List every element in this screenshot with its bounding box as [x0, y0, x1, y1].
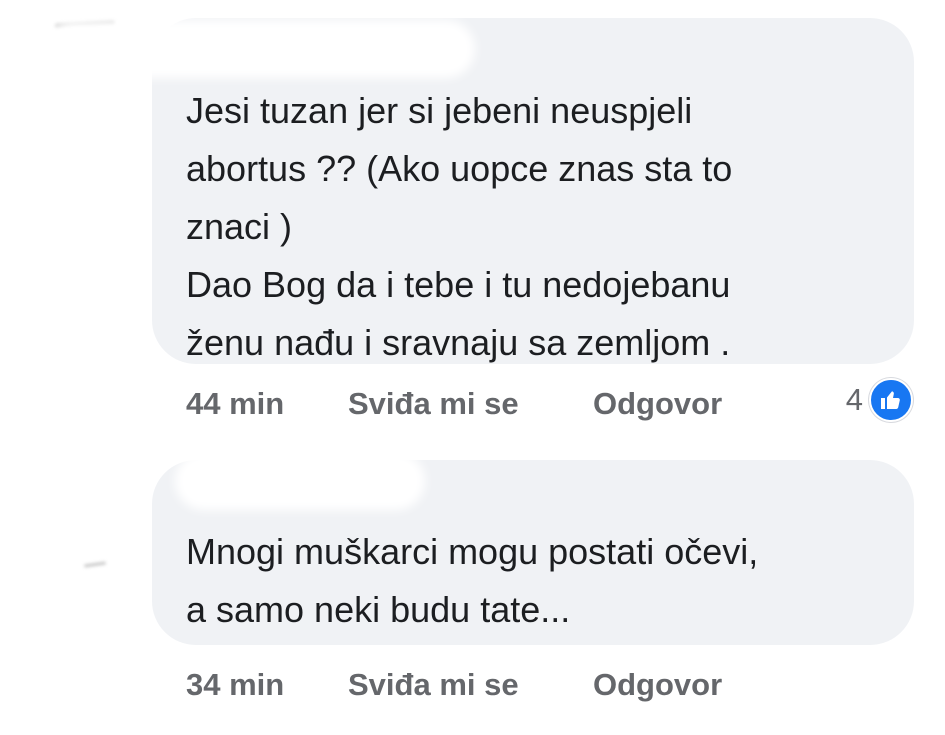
redacted-author-name [175, 452, 425, 510]
comment-actions: 44 min Sviđa mi se Odgovor [186, 381, 722, 427]
like-thumbs-up-icon [869, 378, 913, 422]
reply-button[interactable]: Odgovor [593, 667, 722, 703]
comments-thread: Jesi tuzan jer si jebeni neuspjeli abort… [0, 0, 945, 735]
redacted-avatar [83, 561, 107, 568]
reply-button[interactable]: Odgovor [593, 386, 722, 422]
comment-timestamp[interactable]: 44 min [186, 386, 348, 422]
like-button[interactable]: Sviđa mi se [348, 667, 593, 703]
comment-timestamp[interactable]: 34 min [186, 667, 348, 703]
comment-text: Mnogi muškarci mogu postati očevi, a sam… [186, 531, 759, 630]
comment-actions: 34 min Sviđa mi se Odgovor [186, 662, 722, 708]
redacted-author-name [45, 20, 475, 78]
comment-text: Jesi tuzan jer si jebeni neuspjeli abort… [186, 90, 733, 363]
reaction-count: 4 [845, 382, 863, 417]
like-button[interactable]: Sviđa mi se [348, 386, 593, 422]
reaction-summary[interactable]: 4 [846, 378, 913, 422]
